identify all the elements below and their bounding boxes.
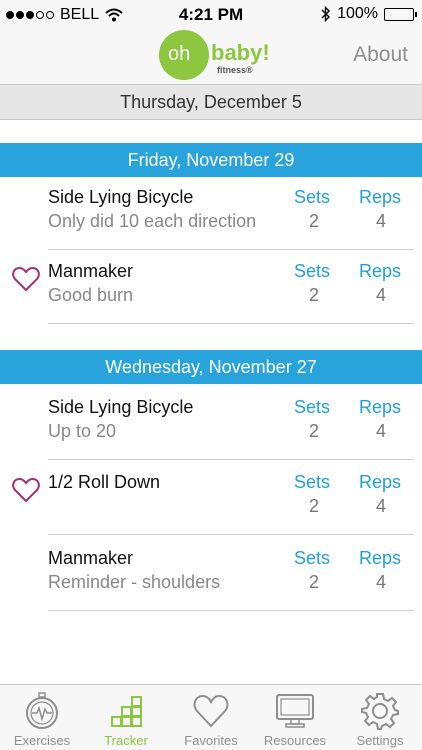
sets-label: Sets	[294, 472, 331, 492]
blocks-icon	[111, 696, 142, 727]
sets-label: Sets	[294, 397, 331, 417]
exercise-note: Only did 10 each direction	[48, 211, 257, 231]
tab-tracker[interactable]: Tracker	[84, 685, 168, 750]
sets-label: Sets	[294, 261, 331, 281]
workout-entry[interactable]: Manmaker Good burn Sets 2 Reps 4	[0, 251, 422, 324]
status-bar: BELL 4:21 PM 100%	[0, 0, 422, 30]
tab-label: Resources	[263, 733, 327, 748]
tab-exercises[interactable]: Exercises	[0, 685, 84, 750]
reps-label: Reps	[359, 261, 402, 281]
sets-value: 2	[308, 285, 319, 305]
about-button[interactable]: About	[353, 43, 408, 67]
sets-label: Sets	[294, 187, 331, 207]
gear-icon	[361, 693, 399, 730]
reps-value: 4	[375, 572, 386, 592]
day-header: Friday, November 29	[0, 143, 422, 177]
sets-value: 2	[308, 496, 319, 516]
exercise-title: 1/2 Roll Down	[48, 472, 161, 492]
tab-label: Exercises	[13, 733, 71, 748]
heart-icon	[193, 694, 229, 728]
status-right: 100%	[321, 5, 417, 23]
tab-label: Favorites	[184, 733, 238, 748]
tab-label: Tracker	[104, 733, 148, 748]
current-date: Thursday, December 5	[0, 84, 422, 120]
tab-resources[interactable]: Resources	[253, 685, 337, 750]
workout-entry[interactable]: Side Lying Bicycle Only did 10 each dire…	[0, 177, 422, 250]
day-header: Wednesday, November 27	[0, 350, 422, 384]
sets-value: 2	[308, 211, 319, 231]
logo-oh: oh	[168, 43, 191, 65]
tab-settings[interactable]: Settings	[338, 685, 422, 750]
favorite-heart-icon[interactable]	[12, 266, 40, 292]
row-divider	[48, 249, 414, 250]
reps-label: Reps	[359, 472, 402, 492]
bluetooth-icon	[321, 6, 331, 22]
reps-label: Reps	[359, 397, 402, 417]
row-divider	[48, 323, 414, 324]
battery-icon	[384, 7, 417, 21]
exercise-title: Manmaker	[48, 261, 134, 281]
sets-value: 2	[308, 572, 319, 592]
exercise-note: Reminder - shoulders	[48, 572, 221, 592]
reps-value: 4	[375, 211, 386, 231]
monitor-icon	[276, 694, 314, 728]
stopwatch-icon	[26, 692, 58, 729]
reps-value: 4	[375, 421, 386, 441]
logo-fitness: fitness®	[217, 65, 253, 75]
row-divider	[48, 534, 414, 535]
reps-value: 4	[375, 285, 386, 305]
workout-entry[interactable]: Manmaker Reminder - shoulders Sets 2 Rep…	[0, 538, 422, 611]
workout-entry[interactable]: Side Lying Bicycle Up to 20 Sets 2 Reps …	[0, 387, 422, 460]
exercise-title: Side Lying Bicycle	[48, 187, 194, 207]
app-logo: oh baby! fitness®	[159, 30, 279, 80]
battery-percent: 100%	[337, 5, 378, 22]
exercise-title: Manmaker	[48, 548, 134, 568]
sets-label: Sets	[294, 548, 331, 568]
reps-label: Reps	[359, 187, 402, 207]
nav-bar: oh baby! fitness® About	[0, 30, 422, 84]
exercise-note: Up to 20	[48, 421, 117, 441]
favorite-heart-icon[interactable]	[12, 477, 40, 503]
row-divider	[48, 610, 414, 611]
workout-entry[interactable]: 1/2 Roll Down Sets 2 Reps 4	[0, 462, 422, 535]
exercise-title: Side Lying Bicycle	[48, 397, 194, 417]
tab-favorites[interactable]: Favorites	[169, 685, 253, 750]
exercise-note: Good burn	[48, 285, 134, 305]
sets-value: 2	[308, 421, 319, 441]
tab-label: Settings	[356, 733, 404, 748]
row-divider	[48, 459, 414, 460]
reps-label: Reps	[359, 548, 402, 568]
reps-value: 4	[375, 496, 386, 516]
logo-baby: baby!	[211, 40, 270, 65]
tab-bar: Exercises Tracker Favorites Resources Se…	[0, 684, 422, 750]
